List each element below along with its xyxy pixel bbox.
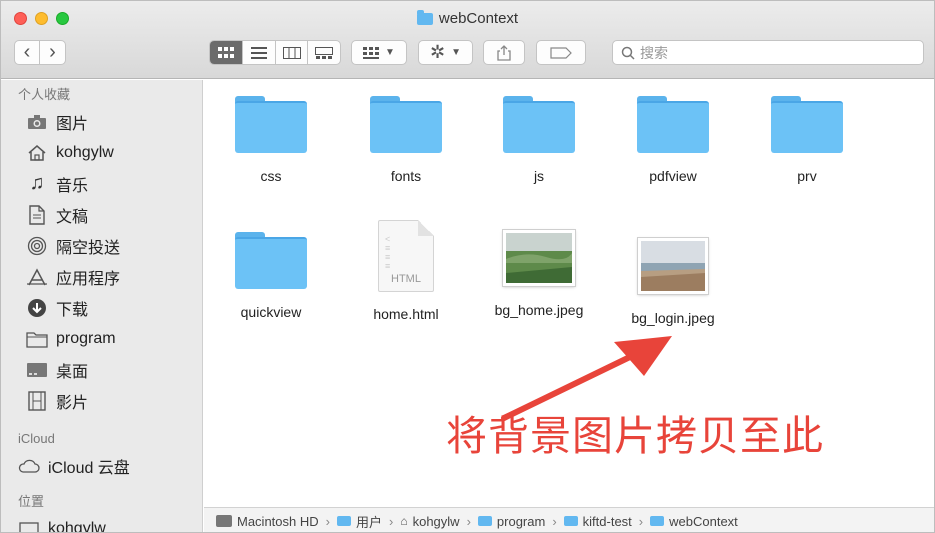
- share-button[interactable]: [483, 40, 525, 65]
- list-icon: [251, 46, 268, 59]
- users-folder-icon: [336, 516, 351, 526]
- group-grid-icon: [363, 46, 380, 59]
- sidebar-item-computer[interactable]: kohgylw: [1, 513, 202, 533]
- folder-icon: [650, 516, 665, 526]
- sidebar-item-label: 图片: [56, 115, 89, 133]
- sidebar-item-icloud-drive[interactable]: iCloud 云盘: [1, 450, 202, 481]
- sidebar-item-documents[interactable]: 文稿: [1, 199, 202, 230]
- sidebar-item-movies[interactable]: 影片: [1, 385, 202, 416]
- sidebar-item-label: iCloud 云盘: [48, 459, 130, 477]
- finder-window: webContext ‹ › ▼ ✲ ▼ 搜索 个人收藏 图片 kohgylw …: [0, 0, 935, 533]
- sidebar-item-label: kohgylw: [48, 519, 106, 533]
- folder-icon: [416, 9, 433, 25]
- chevron-down-icon: ▼: [451, 47, 461, 58]
- favorites-header: 个人收藏: [18, 87, 71, 102]
- computer-icon: [18, 518, 40, 532]
- chevron-left-icon: ‹: [23, 41, 31, 63]
- path-separator: ›: [389, 513, 394, 529]
- annotation-text: 将背景图片拷贝至此: [446, 412, 824, 460]
- column-view-button[interactable]: [274, 41, 308, 64]
- home-icon: ⌂: [400, 514, 408, 528]
- desktop-icon: [26, 359, 48, 381]
- sidebar-item-label: kohgylw: [56, 143, 114, 161]
- path-segment[interactable]: kohgylw: [413, 514, 460, 529]
- nav-buttons: ‹ ›: [14, 40, 66, 65]
- camera-icon: [26, 111, 48, 133]
- path-segment[interactable]: 用户: [356, 512, 382, 531]
- home-icon: [26, 142, 48, 164]
- view-mode-control: [209, 40, 341, 65]
- sidebar-item-downloads[interactable]: 下载: [1, 292, 202, 323]
- path-bar: Macintosh HD › 用户 › ⌂ kohgylw › program …: [204, 507, 934, 532]
- search-icon: [621, 46, 635, 60]
- tags-button[interactable]: [536, 40, 586, 65]
- sidebar-item-label: 影片: [56, 394, 89, 412]
- action-menu-button[interactable]: ✲ ▼: [418, 40, 473, 65]
- path-segment[interactable]: Macintosh HD: [237, 514, 319, 529]
- icon-view-button[interactable]: [210, 41, 243, 64]
- sidebar-item-label: program: [56, 329, 116, 347]
- path-separator: ›: [638, 513, 644, 529]
- columns-icon: [282, 46, 301, 59]
- hard-drive-icon: [216, 515, 232, 527]
- gallery-view-button[interactable]: [307, 41, 340, 64]
- sidebar-item-label: 应用程序: [56, 270, 121, 288]
- folder-icon: [563, 516, 578, 526]
- titlebar: webContext ‹ › ▼ ✲ ▼ 搜索: [1, 1, 934, 79]
- sidebar-item-program[interactable]: program: [1, 323, 202, 354]
- gear-icon: ✲: [430, 42, 446, 62]
- sidebar-item-pictures[interactable]: 图片: [1, 106, 202, 137]
- sidebar-item-music[interactable]: ♫ 音乐: [1, 168, 202, 199]
- airdrop-icon: [26, 235, 48, 257]
- download-icon: [26, 297, 48, 319]
- sidebar-item-desktop[interactable]: 桌面: [1, 354, 202, 385]
- sidebar: 个人收藏 图片 kohgylw ♫ 音乐 文稿 隔空投送 应用程序 下载 pro…: [1, 80, 203, 533]
- chevron-right-icon: ›: [49, 41, 56, 63]
- search-placeholder: 搜索: [640, 44, 668, 61]
- window-title-text: webContext: [438, 10, 519, 27]
- sidebar-item-airdrop[interactable]: 隔空投送: [1, 230, 202, 261]
- path-separator: ›: [552, 513, 557, 529]
- sidebar-item-label: 下载: [56, 301, 89, 319]
- path-separator: ›: [466, 513, 471, 529]
- back-button[interactable]: ‹: [15, 41, 41, 64]
- grid-icon: [218, 46, 235, 58]
- sidebar-item-label: 隔空投送: [56, 239, 121, 257]
- share-icon: [497, 44, 511, 61]
- forward-button[interactable]: ›: [40, 41, 65, 64]
- cloud-icon: [18, 455, 40, 477]
- music-icon: ♫: [29, 172, 45, 194]
- path-segment[interactable]: webContext: [669, 514, 738, 529]
- applications-icon: [26, 266, 48, 288]
- document-icon: [26, 204, 48, 226]
- sidebar-item-applications[interactable]: 应用程序: [1, 261, 202, 292]
- sidebar-item-label: 文稿: [56, 208, 89, 226]
- search-field[interactable]: 搜索: [612, 40, 924, 65]
- list-view-button[interactable]: [242, 41, 275, 64]
- path-segment[interactable]: kiftd-test: [583, 514, 632, 529]
- gallery-icon: [315, 46, 334, 59]
- sidebar-item-label: 桌面: [56, 363, 89, 381]
- locations-header: 位置: [18, 494, 45, 509]
- path-separator: ›: [325, 513, 330, 529]
- sidebar-item-label: 音乐: [56, 177, 89, 195]
- path-segment[interactable]: program: [497, 514, 545, 529]
- folder-icon: [26, 328, 48, 350]
- window-title: webContext: [1, 9, 934, 27]
- group-by-button[interactable]: ▼: [351, 40, 407, 65]
- film-icon: [26, 390, 48, 412]
- icloud-header: iCloud: [18, 431, 55, 446]
- tag-icon: [550, 46, 572, 59]
- sidebar-item-home[interactable]: kohgylw: [1, 137, 202, 168]
- folder-icon: [477, 516, 492, 526]
- chevron-down-icon: ▼: [385, 47, 395, 58]
